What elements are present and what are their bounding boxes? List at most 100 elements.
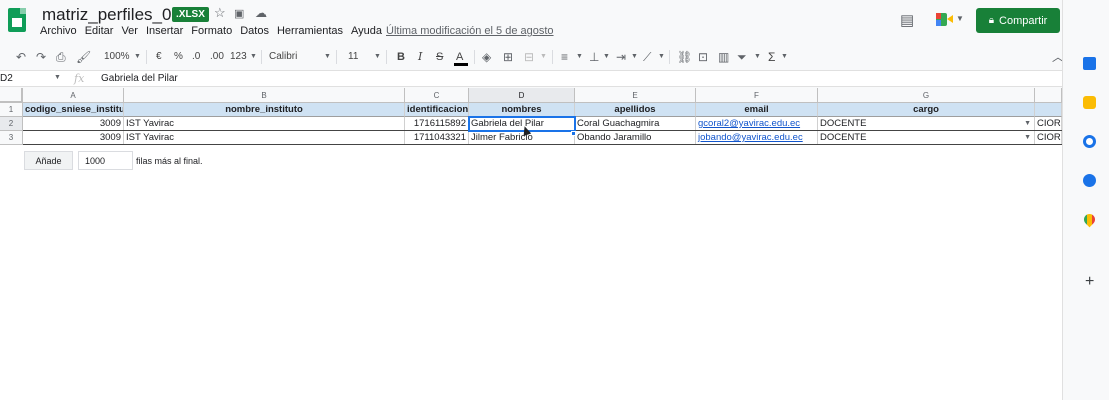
font-size-caret-icon[interactable]: ▼ [374, 49, 381, 65]
table-cell[interactable]: 1716115892 [405, 117, 469, 131]
column-header-c[interactable]: C [405, 88, 469, 103]
functions-caret-icon[interactable]: ▼ [781, 49, 788, 65]
zoom-caret-icon[interactable]: ▼ [134, 49, 141, 65]
borders-icon[interactable]: ⊞ [503, 49, 513, 65]
select-all-corner[interactable] [0, 88, 23, 103]
insert-comment-icon[interactable]: ⊡ [698, 49, 708, 65]
meet-icon[interactable] [936, 13, 953, 26]
table-cell[interactable]: 3009 [23, 131, 124, 145]
dropdown-caret-icon[interactable]: ▼ [1024, 117, 1031, 130]
vertical-align-caret-icon[interactable]: ▼ [603, 49, 610, 65]
insert-link-icon[interactable]: ⛓︎ [677, 49, 692, 65]
share-button[interactable]: 🔒︎ Compartir [976, 8, 1060, 33]
email-link-cell[interactable]: gcoral2@yavirac.edu.ec [696, 117, 818, 131]
menu-datos[interactable]: Datos [236, 25, 273, 37]
horizontal-align-caret-icon[interactable]: ▼ [576, 49, 583, 65]
italic-button[interactable]: I [418, 49, 422, 65]
menu-ayuda[interactable]: Ayuda [347, 25, 386, 37]
name-box-caret-icon[interactable]: ▼ [54, 74, 61, 81]
table-cell[interactable]: CIOR [1035, 131, 1062, 145]
column-header-b[interactable]: B [124, 88, 405, 103]
insert-chart-icon[interactable]: ▥ [718, 49, 729, 65]
column-header-g[interactable]: G [818, 88, 1035, 103]
table-cell[interactable]: IST Yavirac [124, 117, 405, 131]
text-rotation-icon[interactable]: ⟋ [643, 49, 651, 65]
contacts-icon[interactable] [1083, 174, 1096, 187]
sheets-logo-icon[interactable] [8, 8, 26, 32]
fill-color-icon[interactable]: ◈ [482, 49, 491, 65]
header-cell-h[interactable] [1035, 103, 1062, 117]
cloud-status-icon[interactable]: ☁ [255, 6, 267, 20]
move-to-folder-icon[interactable]: ▣ [234, 7, 244, 20]
header-cell-g[interactable]: cargo [818, 103, 1035, 117]
filter-icon[interactable]: ⏷ [737, 49, 747, 65]
menu-editar[interactable]: Editar [81, 25, 118, 37]
currency-button[interactable]: € [156, 49, 162, 65]
table-cell[interactable]: Coral Guachagmira [575, 117, 696, 131]
print-icon[interactable]: ⎙ [56, 49, 66, 65]
dropdown-cell[interactable]: DOCENTE ▼ [818, 117, 1035, 131]
horizontal-align-icon[interactable]: ≡ [561, 49, 568, 65]
header-cell-a[interactable]: codigo_sniese_instituto [23, 103, 124, 117]
text-wrap-icon[interactable]: ⇥ [616, 49, 626, 65]
filter-caret-icon[interactable]: ▼ [754, 49, 761, 65]
bold-button[interactable]: B [397, 49, 405, 65]
more-formats-button[interactable]: 123 [230, 49, 247, 65]
strikethrough-button[interactable]: S [436, 49, 443, 65]
maps-icon[interactable] [1081, 211, 1098, 228]
formula-input[interactable]: Gabriela del Pilar [101, 73, 178, 84]
star-icon[interactable]: ☆ [214, 5, 226, 21]
table-cell[interactable]: IST Yavirac [124, 131, 405, 145]
column-header-e[interactable]: E [575, 88, 696, 103]
menu-formato[interactable]: Formato [187, 25, 236, 37]
fill-handle[interactable] [571, 131, 576, 136]
merge-caret-icon[interactable]: ▼ [540, 49, 547, 65]
table-cell[interactable]: 1711043321 [405, 131, 469, 145]
undo-icon[interactable]: ↶ [16, 49, 26, 65]
paint-format-icon[interactable]: 🖌︎ [76, 49, 91, 65]
name-box[interactable]: D2 [0, 73, 13, 84]
row-header-2[interactable]: 2 [0, 117, 23, 131]
dropdown-cell[interactable]: DOCENTE ▼ [818, 131, 1035, 145]
add-rows-count-input[interactable]: 1000 [78, 151, 133, 170]
row-header-1[interactable]: 1 [0, 103, 23, 117]
header-cell-b[interactable]: nombre_instituto [124, 103, 405, 117]
column-header-d[interactable]: D [469, 88, 575, 103]
table-cell[interactable]: Obando Jaramillo [575, 131, 696, 145]
tasks-icon[interactable] [1083, 135, 1096, 148]
font-family-select[interactable]: Calibri [269, 49, 297, 65]
header-cell-f[interactable]: email [696, 103, 818, 117]
zoom-select[interactable]: 100% [104, 49, 130, 65]
header-cell-e[interactable]: apellidos [575, 103, 696, 117]
header-cell-c[interactable]: identificacion [405, 103, 469, 117]
menu-archivo[interactable]: Archivo [36, 25, 81, 37]
dropdown-caret-icon[interactable]: ▼ [1024, 131, 1031, 144]
last-edit-link[interactable]: Última modificación el 5 de agosto [386, 25, 554, 37]
column-header-f[interactable]: F [696, 88, 818, 103]
add-rows-button[interactable]: Añade [24, 151, 73, 170]
text-wrap-caret-icon[interactable]: ▼ [631, 49, 638, 65]
keep-icon[interactable] [1083, 96, 1096, 109]
meet-caret-icon[interactable]: ▼ [956, 14, 964, 23]
add-addon-icon[interactable]: + [1085, 273, 1094, 291]
column-header-a[interactable]: A [23, 88, 124, 103]
font-family-caret-icon[interactable]: ▼ [324, 49, 331, 65]
table-cell[interactable]: 3009 [23, 117, 124, 131]
decrease-decimal-button[interactable]: .0 [192, 49, 200, 65]
email-link-cell[interactable]: jobando@yavirac.edu.ec [696, 131, 818, 145]
column-header-h[interactable] [1035, 88, 1062, 103]
comments-icon[interactable]: ▤ [900, 11, 914, 29]
text-rotation-caret-icon[interactable]: ▼ [658, 49, 665, 65]
menu-herramientas[interactable]: Herramientas [273, 25, 347, 37]
row-header-3[interactable]: 3 [0, 131, 23, 145]
calendar-icon[interactable] [1083, 57, 1096, 70]
vertical-align-icon[interactable]: ⊥ [589, 49, 599, 65]
more-formats-caret-icon[interactable]: ▼ [250, 49, 257, 65]
merge-cells-icon[interactable]: ⊟ [524, 49, 534, 65]
redo-icon[interactable]: ↷ [36, 49, 46, 65]
table-cell[interactable]: CIOR [1035, 117, 1062, 131]
menu-insertar[interactable]: Insertar [142, 25, 187, 37]
increase-decimal-button[interactable]: .00 [210, 49, 224, 65]
font-size-select[interactable]: 11 [348, 49, 358, 65]
functions-button[interactable]: Σ [768, 49, 775, 65]
